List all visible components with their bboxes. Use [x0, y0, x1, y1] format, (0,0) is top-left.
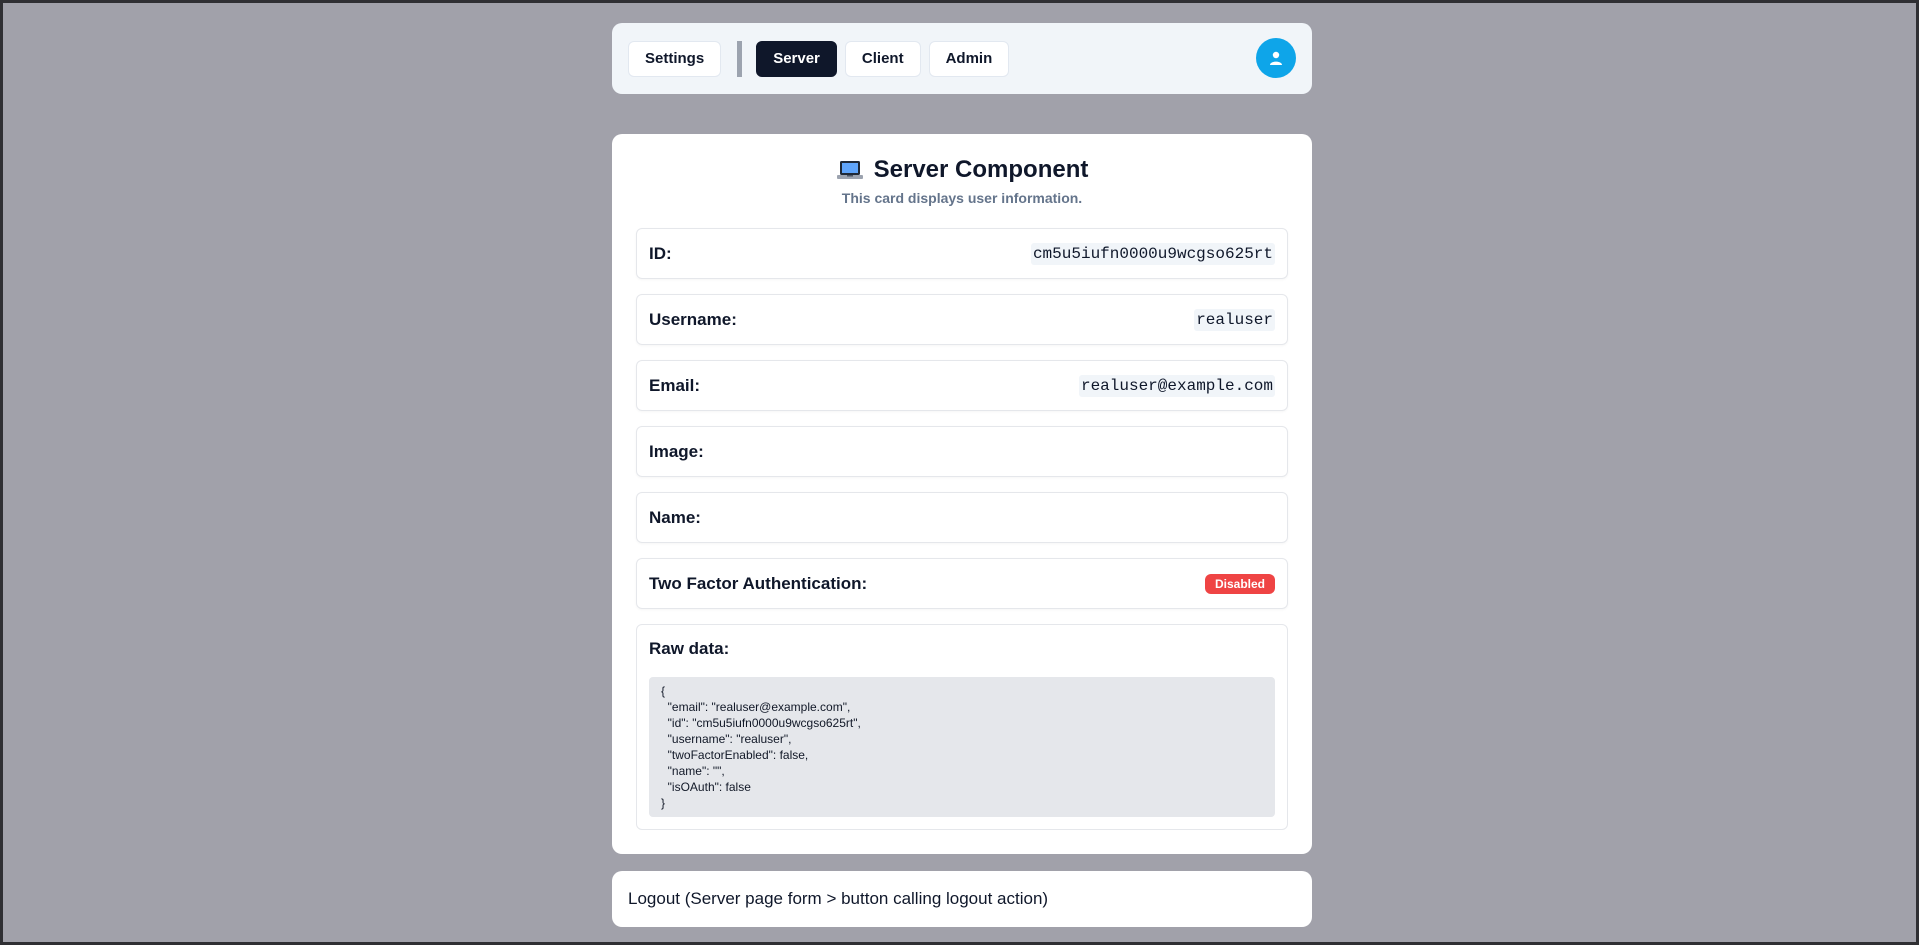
field-row-id: ID: cm5u5iufn0000u9wcgso625rt [636, 228, 1288, 279]
raw-data-section: Raw data: { "email": "realuser@example.c… [636, 624, 1288, 830]
card-title: Server Component [873, 156, 1089, 183]
admin-button[interactable]: Admin [928, 40, 1010, 77]
card-subtitle: This card displays user information. [841, 190, 1083, 206]
email-value: realuser@example.com [1078, 374, 1275, 397]
id-value: cm5u5iufn0000u9wcgso625rt [1030, 242, 1275, 265]
name-label: Name: [649, 507, 701, 527]
field-row-username: Username: realuser [636, 294, 1288, 345]
client-button[interactable]: Client [844, 40, 921, 77]
image-label: Image: [649, 441, 704, 461]
server-component-card: Server Component This card displays user… [612, 134, 1312, 854]
logout-button[interactable]: Logout (Server page form > button callin… [612, 871, 1312, 927]
username-value: realuser [1194, 308, 1275, 331]
raw-data-label: Raw data: [649, 639, 730, 658]
username-label: Username: [649, 309, 737, 329]
top-navbar: Settings Server Client Admin [612, 23, 1312, 94]
field-row-email: Email: realuser@example.com [636, 360, 1288, 411]
email-label: Email: [649, 375, 701, 395]
page-container: Settings Server Client Admin Server Comp… [612, 23, 1312, 927]
server-button[interactable]: Server [756, 40, 837, 77]
status-badge: Disabled [1204, 573, 1275, 594]
id-label: ID: [649, 243, 672, 263]
two-factor-label: Two Factor Authentication: [649, 573, 868, 593]
card-heading: Server Component [636, 156, 1288, 184]
user-avatar-button[interactable] [1256, 38, 1296, 78]
field-row-image: Image: [636, 426, 1288, 477]
nav-divider [737, 40, 743, 77]
settings-button[interactable]: Settings [628, 40, 722, 77]
raw-data-code: { "email": "realuser@example.com", "id":… [649, 677, 1275, 817]
laptop-icon [836, 161, 863, 179]
user-icon [1270, 51, 1282, 65]
field-row-name: Name: [636, 492, 1288, 543]
field-row-two-factor: Two Factor Authentication: Disabled [636, 558, 1288, 609]
